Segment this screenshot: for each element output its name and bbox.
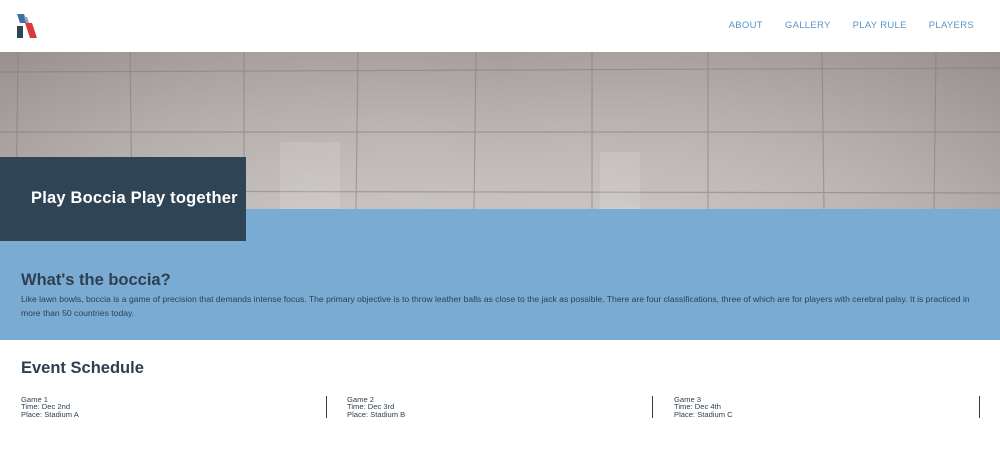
- nav-link-about[interactable]: ABOUT: [729, 20, 763, 31]
- game-place: Place: Stadium B: [347, 409, 406, 419]
- game-place: Place: Stadium A: [21, 409, 79, 419]
- logo[interactable]: [15, 13, 39, 39]
- nav-link-players[interactable]: PLAYERS: [929, 20, 974, 31]
- main-nav: ABOUT GALLERY PLAY RULE PLAYERS: [707, 20, 974, 31]
- game-card-2: Game 2 Time: Dec 3rd Place: Stadium B: [347, 396, 653, 418]
- schedule-heading: Event Schedule: [21, 359, 144, 377]
- nav-link-play-rule[interactable]: PLAY RULE: [853, 20, 907, 31]
- nav-link-gallery[interactable]: GALLERY: [785, 20, 831, 31]
- game-place: Place: Stadium C: [674, 409, 733, 419]
- game-card-1: Game 1 Time: Dec 2nd Place: Stadium A: [21, 396, 327, 418]
- about-heading: What's the boccia?: [21, 271, 171, 289]
- site-header: ABOUT GALLERY PLAY RULE PLAYERS: [0, 0, 1000, 52]
- hero-title: Play Boccia Play together: [31, 189, 238, 207]
- about-text: Like lawn bowls, boccia is a game of pre…: [21, 294, 970, 318]
- game-card-3: Game 3 Time: Dec 4th Place: Stadium C: [674, 396, 980, 418]
